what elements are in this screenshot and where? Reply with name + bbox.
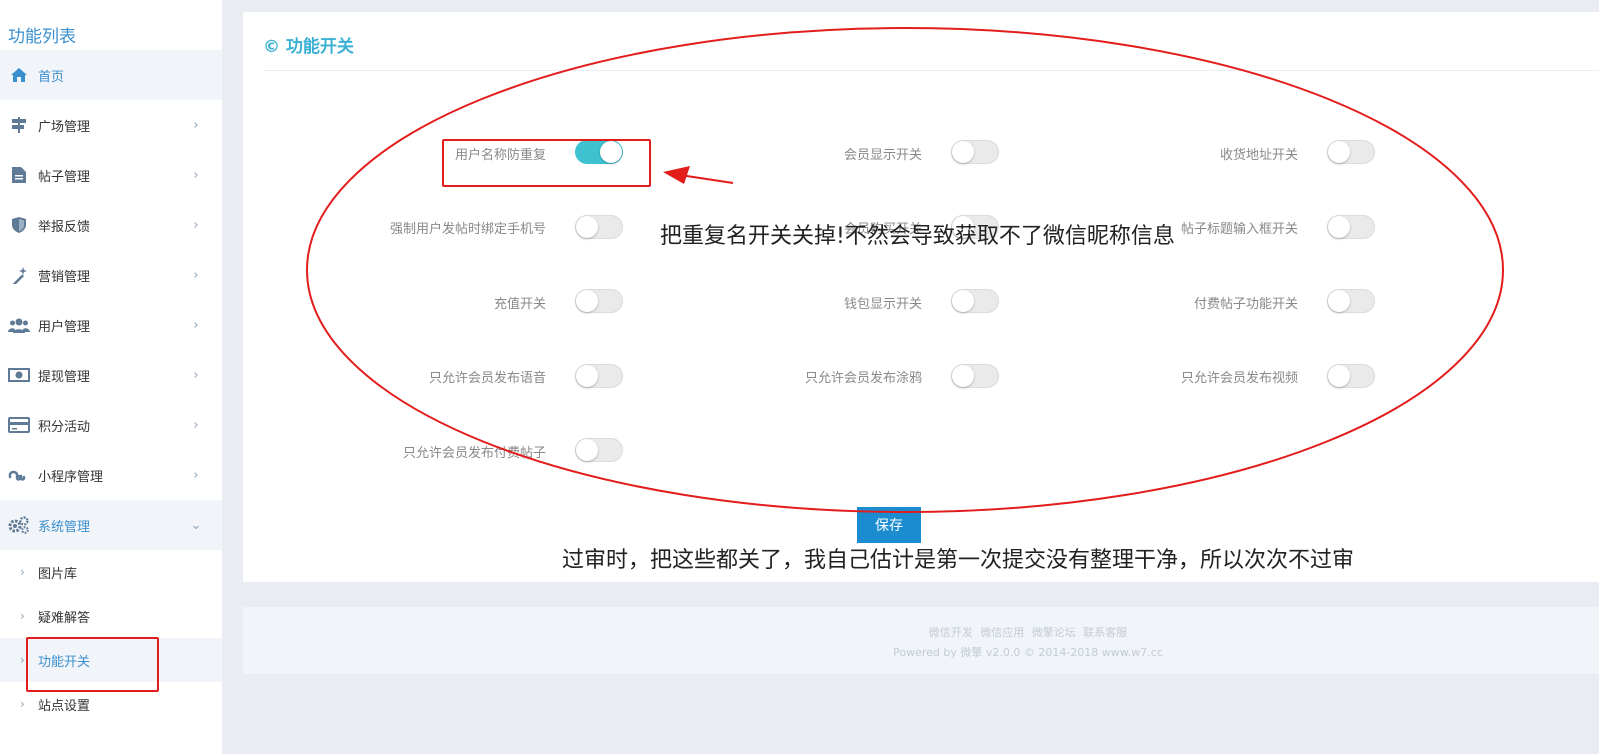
switch-member-video-only[interactable] (1327, 364, 1375, 388)
chevron-right-icon: › (193, 217, 199, 233)
money-icon (8, 366, 30, 384)
sidebar-item-system[interactable]: 系统管理 ⌄ (0, 500, 222, 550)
switch-member-display[interactable] (951, 140, 999, 164)
switch-label: 只允许会员发布语音 (428, 371, 546, 386)
switch-label: 充值开关 (493, 297, 546, 312)
sidebar-item-points[interactable]: 积分活动 › (0, 400, 222, 450)
sidebar-item-label: 积分活动 (38, 419, 91, 435)
sidebar-subitem-label: 图片库 (38, 566, 78, 582)
users-icon (8, 316, 30, 334)
shield-icon (8, 216, 30, 234)
switch-member-doodle-only[interactable] (951, 364, 999, 388)
sidebar-item-label: 提现管理 (38, 369, 91, 385)
sidebar-item-posts[interactable]: 帖子管理 › (0, 150, 222, 200)
switch-shipping-address[interactable] (1327, 140, 1375, 164)
switch-member-paid-post-only[interactable] (575, 438, 623, 462)
sidebar-item-label: 广场管理 (38, 119, 91, 135)
annotation-box-switch (442, 139, 651, 187)
annotation-note: 过审时，把这些都关了，我自己估计是第一次提交没有整理干净，所以次次不过审 (562, 548, 1355, 573)
sidebar-item-reports[interactable]: 举报反馈 › (0, 200, 222, 250)
switch-paid-posts[interactable] (1327, 289, 1375, 313)
sidebar-subitem-label: 站点设置 (38, 698, 91, 714)
switch-label: 强制用户发帖时绑定手机号 (389, 222, 546, 237)
switch-member-voice-only[interactable] (575, 364, 623, 388)
footer-link[interactable]: 联系客服 (1083, 626, 1127, 639)
footer-link[interactable]: 微信开发 (929, 626, 973, 639)
sidebar-subitem-gallery[interactable]: › 图片库 (0, 550, 222, 594)
toggle-knob (576, 439, 598, 461)
toggle-knob (1328, 290, 1350, 312)
switch-label: 只允许会员发布涂鸦 (804, 371, 922, 386)
home-icon (8, 66, 30, 84)
chevron-right-icon: › (193, 367, 199, 383)
sidebar-item-home[interactable]: 首页 (0, 50, 222, 100)
annotation-box-sidebar (26, 637, 159, 692)
chevron-right-icon: › (193, 417, 199, 433)
sidebar-item-label: 小程序管理 (38, 469, 104, 485)
toggle-knob (952, 141, 974, 163)
footer-link[interactable]: 微信应用 (980, 626, 1024, 639)
chevron-right-icon: › (20, 609, 25, 623)
stumbleupon-icon (8, 466, 30, 484)
sidebar-item-miniprogram[interactable]: 小程序管理 › (0, 450, 222, 500)
chevron-right-icon: › (193, 317, 199, 333)
page-title: © 功能开关 (263, 37, 354, 57)
signpost-icon (8, 116, 30, 134)
sidebar-item-label: 举报反馈 (38, 219, 91, 235)
toggle-knob (576, 290, 598, 312)
credit-card-icon (8, 416, 30, 434)
footer-copyright: Powered by 微擎 v2.0.0 © 2014-2018 www.w7.… (893, 646, 1163, 659)
chevron-right-icon: › (193, 167, 199, 183)
chevron-right-icon: › (20, 565, 25, 579)
toggle-knob (1328, 365, 1350, 387)
document-icon (8, 166, 30, 184)
sidebar-item-square[interactable]: 广场管理 › (0, 100, 222, 150)
sidebar-item-label: 营销管理 (38, 269, 91, 285)
annotation-note: 把重复名开关关掉!不然会导致获取不了微信昵称信息 (660, 224, 1175, 249)
sidebar-title: 功能列表 (8, 27, 76, 47)
footer-links: 微信开发 微信应用 微擎论坛 联系客服 (243, 624, 1599, 640)
switch-label: 帖子标题输入框开关 (1180, 222, 1298, 237)
toggle-knob (576, 365, 598, 387)
sidebar-subitem-faq[interactable]: › 疑难解答 (0, 594, 222, 638)
magic-wand-icon (8, 266, 30, 284)
title-divider (263, 70, 1599, 71)
sidebar-item-users[interactable]: 用户管理 › (0, 300, 222, 350)
chevron-right-icon: › (193, 267, 199, 283)
sidebar-item-label: 帖子管理 (38, 169, 91, 185)
sidebar-item-label: 首页 (38, 69, 65, 85)
switch-recharge[interactable] (575, 289, 623, 313)
sidebar-item-withdraw[interactable]: 提现管理 › (0, 350, 222, 400)
sidebar-subitem-label: 疑难解答 (38, 610, 91, 626)
toggle-knob (1328, 141, 1350, 163)
switch-force-bind-phone[interactable] (575, 215, 623, 239)
switch-label: 钱包显示开关 (843, 297, 922, 312)
sidebar-item-label: 系统管理 (38, 519, 91, 535)
toggle-knob (952, 365, 974, 387)
chevron-down-icon: ⌄ (190, 517, 202, 533)
switch-post-title-input[interactable] (1327, 215, 1375, 239)
chevron-right-icon: › (193, 467, 199, 483)
chevron-right-icon: › (20, 697, 25, 711)
switch-label: 会员显示开关 (843, 148, 922, 163)
footer-link[interactable]: 微擎论坛 (1032, 626, 1076, 639)
switch-label: 收货地址开关 (1219, 148, 1298, 163)
switch-wallet-display[interactable] (951, 289, 999, 313)
toggle-knob (952, 290, 974, 312)
toggle-knob (576, 216, 598, 238)
sidebar-item-marketing[interactable]: 营销管理 › (0, 250, 222, 300)
switch-label: 付费帖子功能开关 (1193, 297, 1298, 312)
switch-label: 只允许会员发布付费帖子 (402, 446, 546, 461)
toggle-knob (1328, 216, 1350, 238)
save-button[interactable]: 保存 (857, 507, 921, 543)
sidebar-item-label: 用户管理 (38, 319, 91, 335)
footer: 微信开发 微信应用 微擎论坛 联系客服 Powered by 微擎 v2.0.0… (243, 607, 1599, 674)
chevron-right-icon: › (193, 117, 199, 133)
switch-label: 只允许会员发布视频 (1180, 371, 1298, 386)
gears-icon (8, 516, 30, 534)
